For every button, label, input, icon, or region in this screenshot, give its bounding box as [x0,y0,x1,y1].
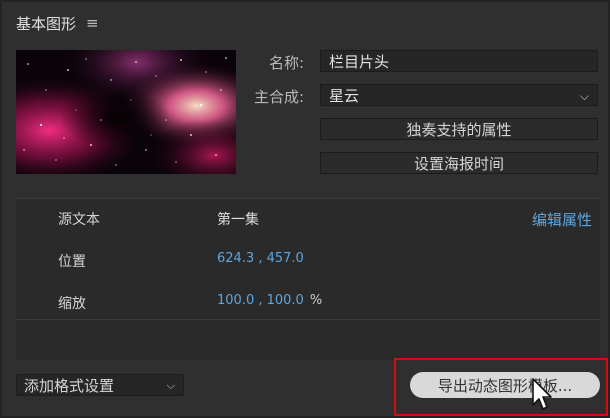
scale-value[interactable]: 100.0 , 100.0 [217,293,304,308]
property-value[interactable]: 624.3 , 457.0 [217,251,304,266]
properties-list: 源文本 第一集 编辑属性 位置 624.3 , 457.0 缩放 100.0 ,… [16,198,600,360]
hamburger-menu-icon[interactable]: ≡ [86,14,99,32]
name-input[interactable] [329,52,597,70]
edit-properties-link[interactable]: 编辑属性 [532,209,592,230]
master-comp-select[interactable]: 星云 ⌵ [320,84,598,106]
export-motion-graphics-template-button[interactable]: 导出动态图形模板... [410,372,600,398]
add-formatting-label: 添加格式设置 [24,376,115,395]
property-row: 源文本 第一集 编辑属性 [16,199,600,239]
divider [16,319,600,320]
property-value[interactable]: 第一集 [217,209,259,229]
name-field[interactable] [320,50,598,72]
master-comp-value: 星云 [329,86,360,105]
composition-thumbnail [16,50,236,174]
chevron-down-icon: ⌵ [579,89,589,103]
essential-graphics-panel: 基本图形 ≡ 名称: 栏目片头 主合成: 星云 ⌵ 独奏支持的属性 设置海报时间… [0,0,610,418]
scale-unit: % [309,293,323,308]
solo-supported-properties-button[interactable]: 独奏支持的属性 [320,118,598,140]
chevron-down-icon: ⌵ [166,379,175,392]
add-formatting-select[interactable]: 添加格式设置 ⌵ [16,374,184,396]
panel-header: 基本图形 ≡ [16,12,99,34]
nebula-image [16,50,236,174]
property-row: 缩放 100.0 , 100.0% [16,283,600,323]
property-row: 位置 624.3 , 457.0 [16,241,600,281]
panel-title: 基本图形 [16,14,77,33]
property-name: 位置 [58,254,86,270]
property-name: 缩放 [58,296,86,312]
set-poster-time-button[interactable]: 设置海报时间 [320,152,598,174]
property-value: 100.0 , 100.0% [217,293,322,308]
property-name: 源文本 [58,212,100,228]
mouse-cursor-icon [532,378,552,410]
master-comp-label: 主合成: [253,88,304,106]
name-label: 名称: [268,54,304,72]
